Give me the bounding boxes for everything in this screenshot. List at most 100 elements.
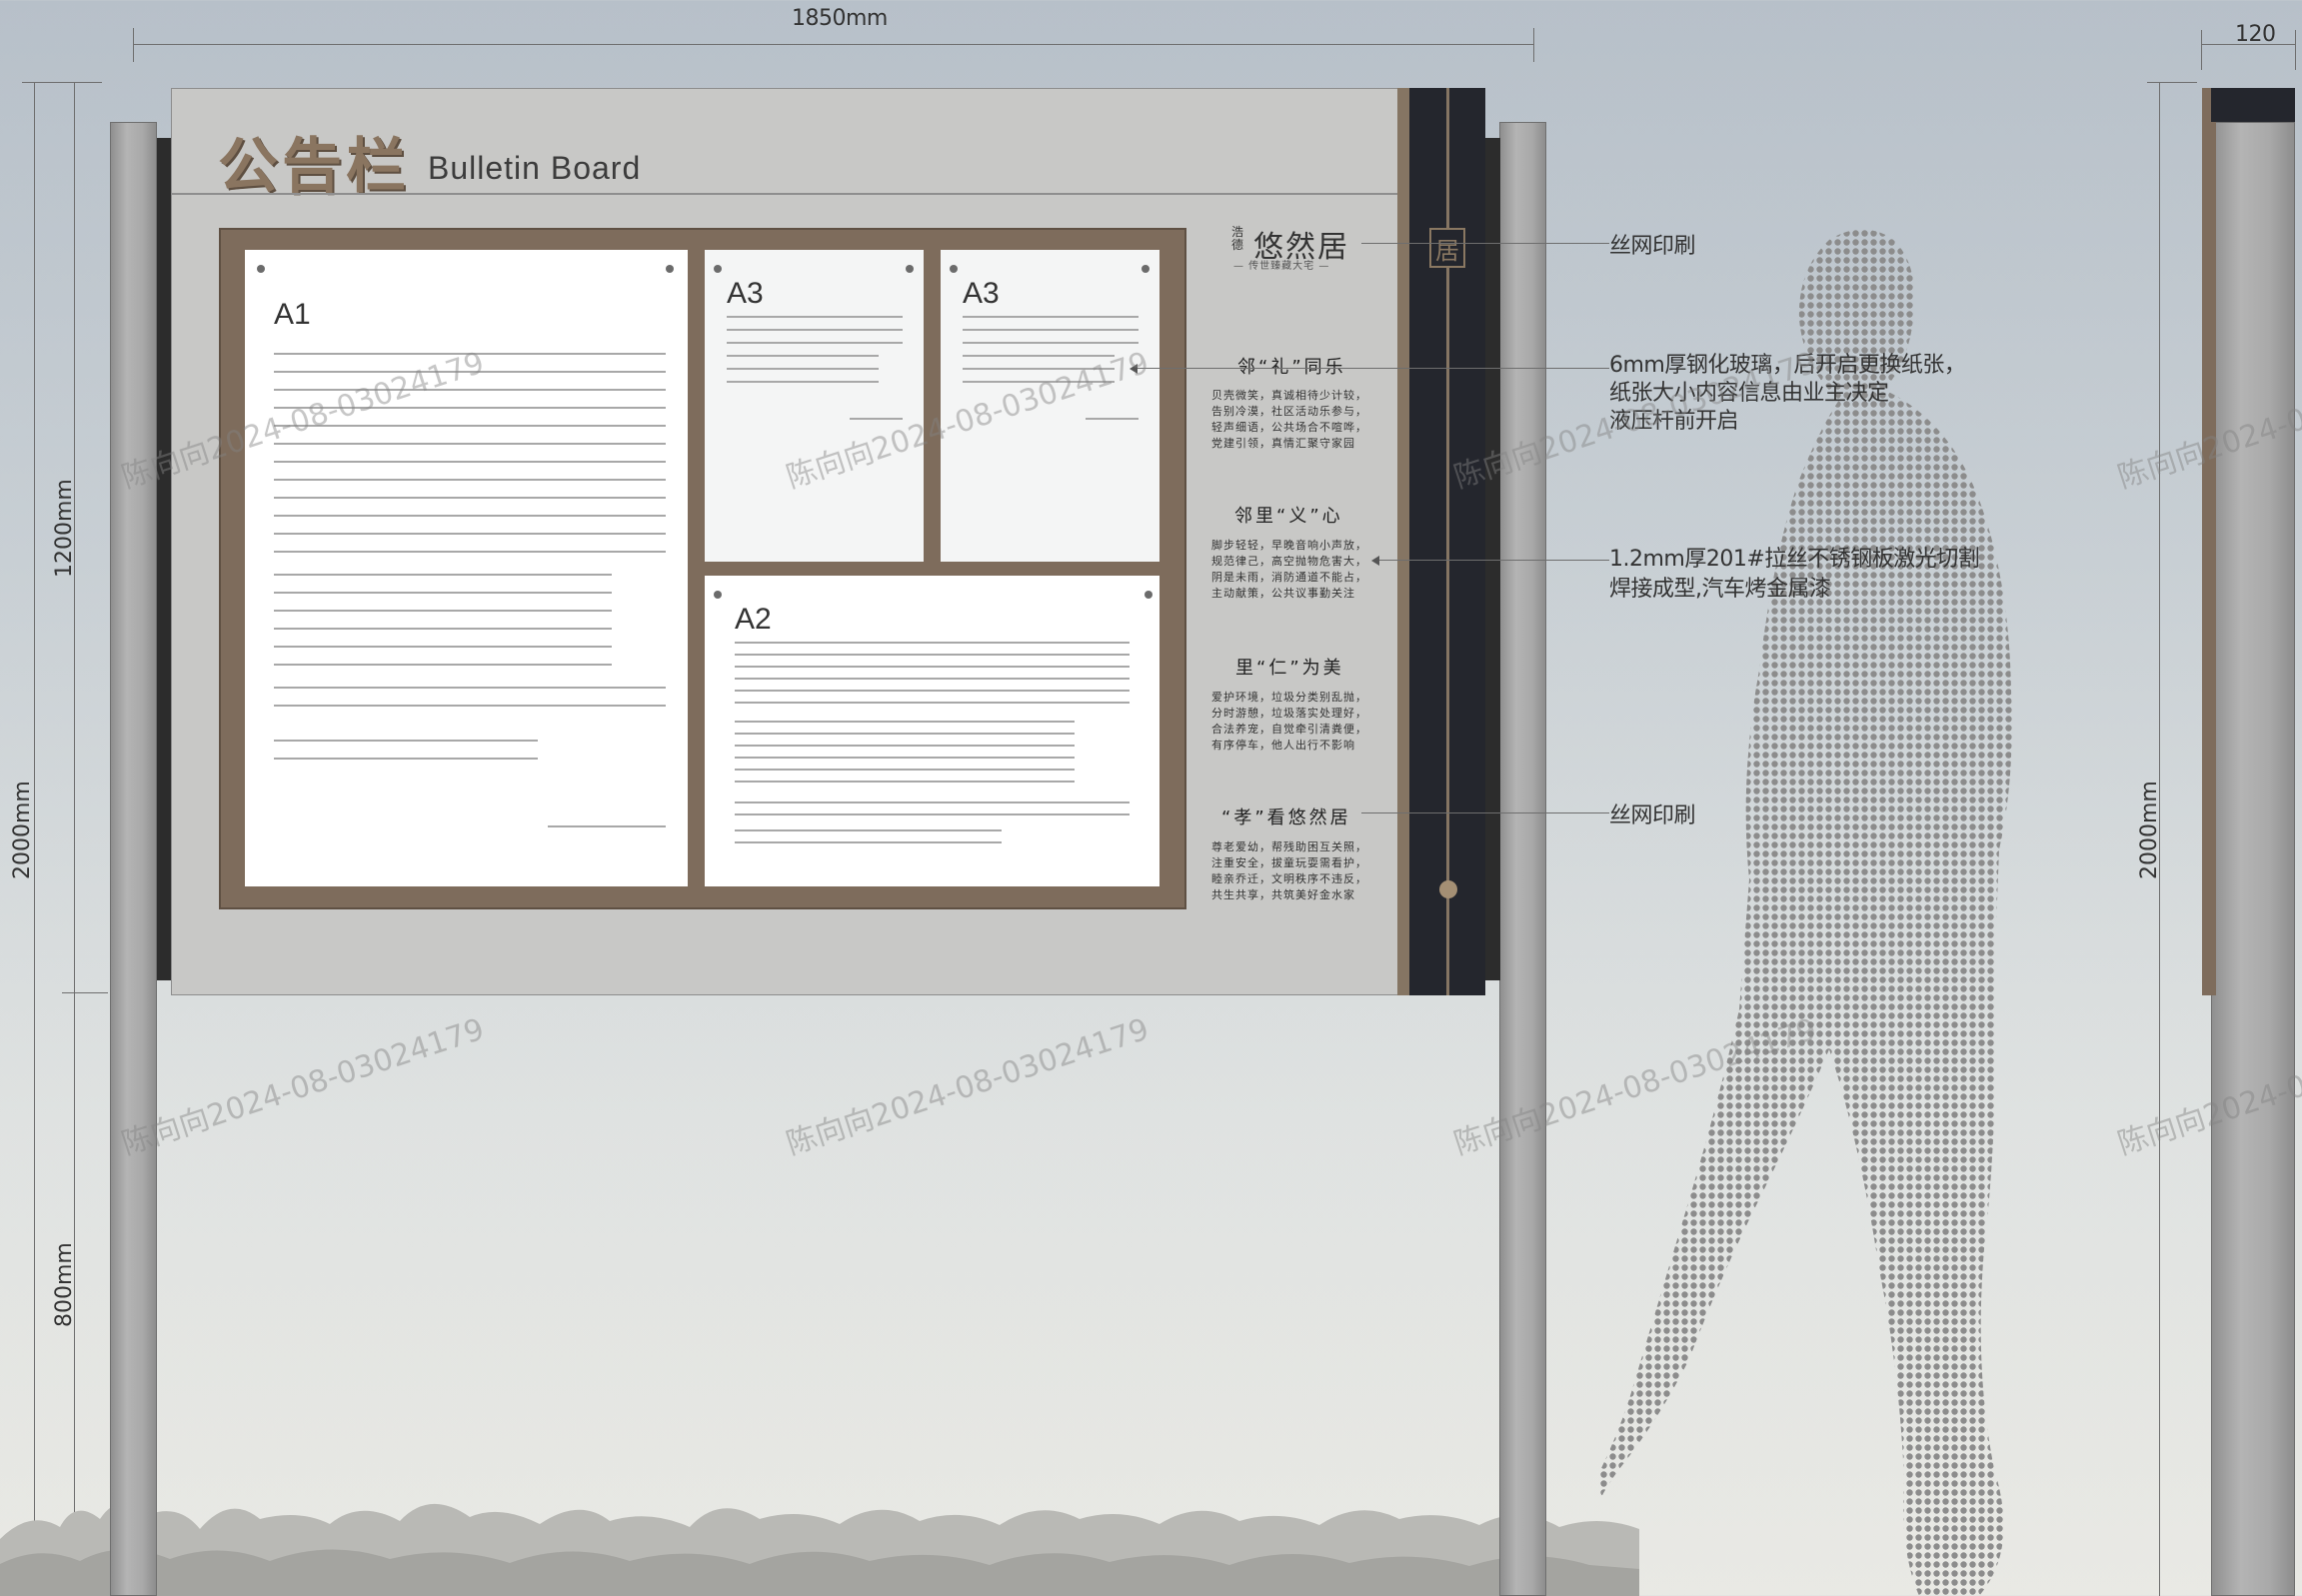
section-4-title: “孝”看悠然居 bbox=[1221, 807, 1351, 828]
mid-dimension-tick bbox=[62, 992, 108, 993]
column-gold-line bbox=[1446, 88, 1449, 995]
paper-a2-label: A2 bbox=[735, 603, 772, 636]
text-line bbox=[274, 610, 612, 612]
text-line bbox=[735, 666, 1130, 668]
left-post bbox=[110, 122, 157, 1596]
leader-line-4 bbox=[1361, 812, 1609, 813]
text-line bbox=[274, 443, 666, 445]
text-line bbox=[274, 687, 666, 689]
text-line bbox=[735, 642, 1130, 644]
title-divider bbox=[172, 193, 1397, 195]
text-line bbox=[274, 533, 666, 535]
board-title-cn: 公告栏 bbox=[218, 132, 410, 202]
paper-a1-label: A1 bbox=[274, 298, 311, 331]
column-emblem: 居 bbox=[1429, 228, 1465, 268]
pin bbox=[906, 265, 914, 273]
leader-arrow-3 bbox=[1371, 556, 1379, 566]
text-line bbox=[274, 461, 666, 463]
side-height-label: 2000mm bbox=[2137, 781, 2162, 879]
side-board-edge bbox=[2202, 88, 2216, 995]
brand-tagline: — 传世臻藏大宅 — bbox=[1233, 261, 1330, 272]
paper-a2: A2 bbox=[705, 576, 1159, 886]
board-height-dimension-line bbox=[74, 82, 75, 1596]
annotation-steel: 1.2mm厚201#拉丝不锈钢板激光切割 焊接成型,汽车烤金属漆 bbox=[1609, 547, 1980, 602]
text-line bbox=[735, 801, 1130, 803]
text-line bbox=[735, 813, 1130, 815]
column-gold-strip-left bbox=[1397, 88, 1409, 995]
column-emblem-char: 居 bbox=[1435, 236, 1459, 265]
column-knob bbox=[1439, 880, 1457, 898]
text-line bbox=[274, 497, 666, 499]
total-height-label: 2000mm bbox=[10, 781, 35, 879]
text-line bbox=[274, 646, 612, 648]
width-dimension-label: 1850mm bbox=[792, 6, 888, 31]
text-line bbox=[735, 745, 1075, 747]
section-3-body: 爱护环境，垃圾分类别乱抛，分时游憩，垃圾落实处理好，合法养宠，自觉牵引清粪便，有… bbox=[1211, 691, 1367, 752]
watermark: 陈向向2024-08-03024179 bbox=[782, 1011, 1153, 1162]
text-line bbox=[735, 702, 1130, 704]
text-line bbox=[727, 316, 903, 318]
paper-a3-right-label: A3 bbox=[963, 277, 1000, 310]
pin bbox=[1142, 265, 1150, 273]
text-line bbox=[963, 342, 1139, 344]
board-title-en: Bulletin Board bbox=[428, 150, 642, 186]
text-line bbox=[274, 664, 612, 666]
section-2-title: 邻里“义”心 bbox=[1234, 506, 1343, 527]
text-line bbox=[735, 769, 1075, 771]
width-dimension-tick-right bbox=[1533, 28, 1534, 62]
text-line bbox=[727, 355, 879, 357]
text-line bbox=[274, 515, 666, 517]
brand-small-text: 浩德 bbox=[1231, 225, 1244, 252]
leader-line-1 bbox=[1361, 243, 1609, 244]
depth-dimension-tick-left bbox=[2201, 30, 2202, 70]
text-line bbox=[963, 316, 1139, 318]
text-line bbox=[274, 551, 666, 553]
text-line bbox=[735, 721, 1075, 723]
width-dimension-tick-left bbox=[133, 28, 134, 62]
right-post bbox=[1499, 122, 1546, 1596]
text-line bbox=[274, 479, 666, 481]
side-post bbox=[2211, 122, 2295, 1596]
text-line bbox=[274, 628, 612, 630]
text-line bbox=[274, 574, 612, 576]
text-line bbox=[735, 690, 1130, 692]
ground-shrubs bbox=[0, 1502, 1639, 1596]
text-line bbox=[1086, 418, 1139, 420]
text-line bbox=[727, 381, 879, 383]
text-line bbox=[963, 329, 1139, 331]
annotation-screen-print-bottom: 丝网印刷 bbox=[1609, 803, 1696, 828]
paper-a3-left: A3 bbox=[705, 250, 924, 562]
annotation-screen-print-top: 丝网印刷 bbox=[1609, 234, 1696, 259]
depth-dimension-tick-right bbox=[2295, 30, 2296, 70]
text-line bbox=[735, 654, 1130, 656]
board-left-edge bbox=[157, 138, 171, 980]
depth-dimension-label: 120 bbox=[2235, 22, 2276, 47]
text-line bbox=[274, 740, 538, 742]
text-line bbox=[548, 825, 666, 827]
paper-a3-left-label: A3 bbox=[727, 277, 764, 310]
text-line bbox=[727, 329, 903, 331]
width-dimension-line bbox=[133, 44, 1534, 45]
text-line bbox=[727, 342, 903, 344]
leader-line-2 bbox=[1132, 368, 1609, 369]
watermark: 陈向向2024-08-03024179 bbox=[117, 1011, 489, 1162]
text-line bbox=[735, 829, 1002, 831]
text-line bbox=[274, 592, 612, 594]
text-line bbox=[735, 781, 1075, 783]
section-3-title: 里“仁”为美 bbox=[1235, 658, 1344, 679]
section-1-title: 邻“礼”同乐 bbox=[1237, 357, 1346, 378]
text-line bbox=[735, 733, 1075, 735]
section-1-body: 贝壳微笑，真诚相待少计较，告别冷漠，社区活动乐参与，轻声细语，公共场合不喧哗，党… bbox=[1211, 389, 1367, 450]
text-line bbox=[274, 705, 666, 707]
text-line bbox=[727, 368, 879, 370]
side-top-tick bbox=[2147, 82, 2197, 83]
text-line bbox=[735, 841, 1002, 843]
pin bbox=[1145, 591, 1152, 599]
pin bbox=[666, 265, 674, 273]
text-line bbox=[274, 758, 538, 760]
pin bbox=[950, 265, 958, 273]
section-2-body: 脚步轻轻，早晚音响小声放，规范律己，高空抛物危害大，阴是未雨，消防通道不能占，主… bbox=[1211, 539, 1367, 600]
side-board-cap bbox=[2211, 88, 2295, 122]
leader-line-3 bbox=[1373, 560, 1609, 561]
text-line bbox=[735, 757, 1075, 759]
